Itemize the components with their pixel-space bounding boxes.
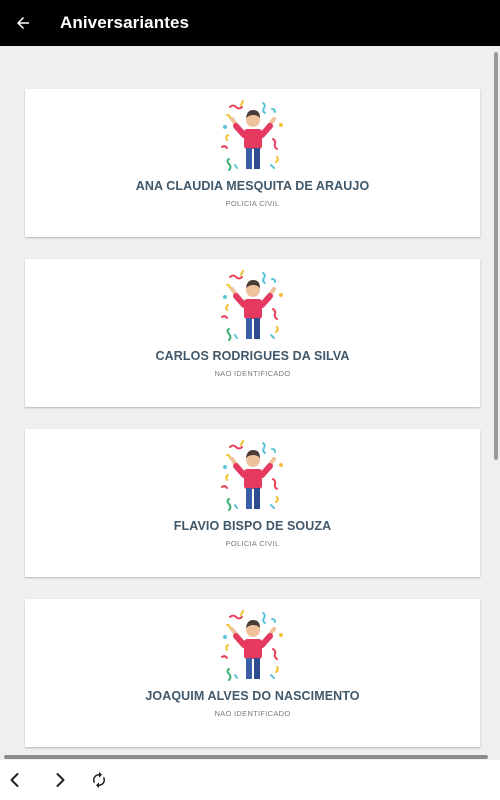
celebration-person-icon (220, 610, 283, 681)
browser-forward-button[interactable] (45, 765, 75, 795)
celebration-person-icon (220, 100, 283, 171)
celebration-person-icon (220, 270, 283, 341)
back-button[interactable] (0, 0, 46, 46)
vertical-scrollbar[interactable] (494, 52, 498, 460)
page-title: Aniversariantes (60, 13, 190, 32)
person-name: JOAQUIM ALVES DO NASCIMENTO (145, 689, 360, 703)
top-app-bar: Aniversariantes (0, 0, 500, 46)
reload-button[interactable] (84, 765, 114, 795)
person-name: CARLOS RODRIGUES DA SILVA (155, 349, 350, 363)
person-organization: POLICIA CIVIL (225, 539, 280, 548)
app-window: Aniversariantes ANA CLAUDIA MESQUITA DE … (0, 0, 500, 800)
birthday-card[interactable]: CARLOS RODRIGUES DA SILVA NAO IDENTIFICA… (25, 259, 480, 407)
person-organization: NAO IDENTIFICADO (214, 369, 291, 378)
person-organization: NAO IDENTIFICADO (214, 709, 291, 718)
person-name: ANA CLAUDIA MESQUITA DE ARAUJO (135, 179, 370, 193)
person-organization: POLICIA CIVIL (225, 199, 280, 208)
chevron-right-icon (56, 773, 65, 787)
content-area[interactable]: ANA CLAUDIA MESQUITA DE ARAUJO POLICIA C… (0, 46, 500, 760)
bottom-navigation-bar (0, 760, 500, 800)
celebration-person-icon (220, 440, 283, 511)
horizontal-scrollbar[interactable] (4, 755, 488, 759)
birthday-card[interactable]: JOAQUIM ALVES DO NASCIMENTO NAO IDENTIFI… (25, 599, 480, 747)
birthday-card[interactable]: FLAVIO BISPO DE SOUZA POLICIA CIVIL (25, 429, 480, 577)
arrow-left-icon (17, 17, 29, 29)
birthday-card[interactable]: ANA CLAUDIA MESQUITA DE ARAUJO POLICIA C… (25, 89, 480, 237)
birthday-list: ANA CLAUDIA MESQUITA DE ARAUJO POLICIA C… (25, 89, 480, 760)
browser-back-button[interactable] (0, 765, 30, 795)
chevron-left-icon (10, 773, 19, 787)
person-name: FLAVIO BISPO DE SOUZA (173, 519, 332, 533)
refresh-icon (93, 771, 105, 789)
